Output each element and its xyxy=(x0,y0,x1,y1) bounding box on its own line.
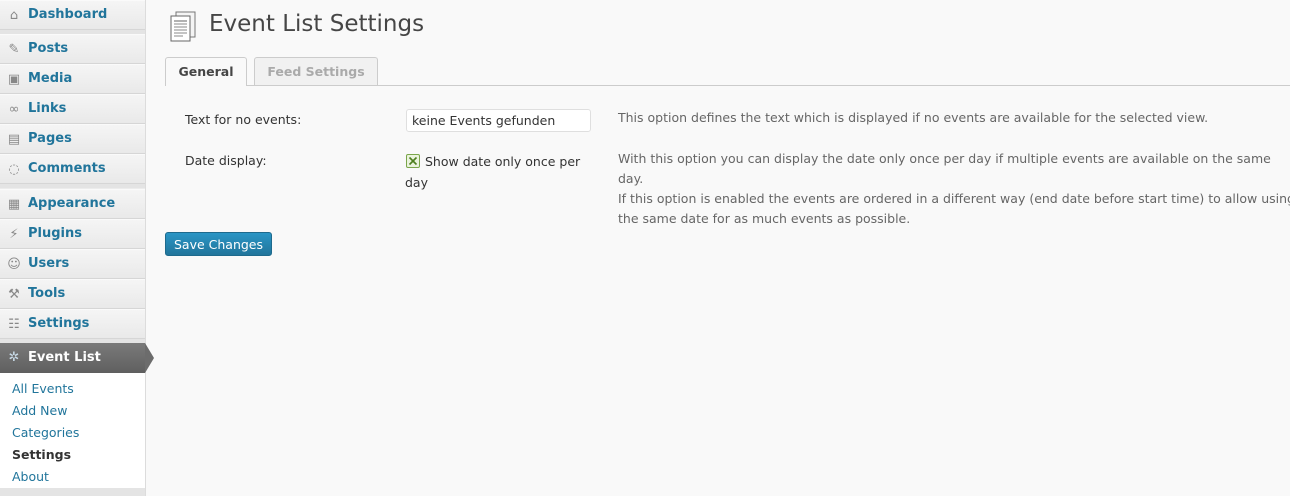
plugins-icon: ⚡ xyxy=(9,227,19,242)
save-changes-button[interactable]: Save Changes xyxy=(165,232,272,256)
submenu-categories[interactable]: Categories xyxy=(12,425,79,440)
date-display-label: Date display: xyxy=(185,153,267,168)
submenu-add-new[interactable]: Add New xyxy=(12,403,67,418)
pages-icon: ▤ xyxy=(7,132,21,147)
no-events-input[interactable] xyxy=(406,109,591,132)
dashboard-icon: ⌂ xyxy=(9,8,19,23)
menu-label: Appearance xyxy=(28,196,116,211)
menu-item-posts[interactable]: ✎ Posts xyxy=(0,34,145,64)
menu-item-settings[interactable]: ☷ Settings xyxy=(0,309,145,339)
menu-item-users[interactable]: ☺ Users xyxy=(0,249,145,279)
tools-icon: ⚒ xyxy=(8,287,20,302)
checkmark-icon xyxy=(408,156,418,166)
comments-icon: ◌ xyxy=(8,162,20,177)
menu-item-event-list[interactable]: ✲ Event List xyxy=(0,343,154,373)
gear-icon: ✲ xyxy=(8,350,20,365)
menu-label: Settings xyxy=(28,316,90,331)
main-content: Event List Settings General Feed Setting… xyxy=(146,0,1290,496)
date-once-checkbox-label: Show date only once per day xyxy=(405,154,581,190)
event-list-submenu: All Events Add New Categories Settings A… xyxy=(0,373,145,488)
tab-general[interactable]: General xyxy=(165,57,247,86)
users-icon: ☺ xyxy=(7,257,21,272)
menu-label: Users xyxy=(28,256,70,271)
menu-item-pages[interactable]: ▤ Pages xyxy=(0,124,145,154)
date-once-checkbox[interactable] xyxy=(406,154,420,168)
menu-label: Comments xyxy=(28,161,106,176)
menu-label: Event List xyxy=(28,350,101,365)
no-events-description: This option defines the text which is di… xyxy=(618,110,1209,125)
menu-item-links[interactable]: ∞ Links xyxy=(0,94,145,124)
page-title: Event List Settings xyxy=(209,11,425,37)
date-display-description: With this option you can display the dat… xyxy=(618,149,1290,229)
menu-item-plugins[interactable]: ⚡ Plugins xyxy=(0,219,145,249)
menu-item-tools[interactable]: ⚒ Tools xyxy=(0,279,145,309)
posts-icon: ✎ xyxy=(8,42,20,57)
page-settings-icon xyxy=(168,10,198,42)
settings-tabs: General Feed Settings xyxy=(165,57,1290,86)
tab-feed-settings[interactable]: Feed Settings xyxy=(254,57,378,85)
appearance-icon: ▦ xyxy=(7,197,21,212)
menu-item-comments[interactable]: ◌ Comments xyxy=(0,154,145,184)
menu-label: Links xyxy=(28,101,67,116)
submenu-about[interactable]: About xyxy=(12,469,49,484)
description-line: the same date for as much events as poss… xyxy=(618,211,911,226)
menu-label: Pages xyxy=(28,131,72,146)
submenu-settings[interactable]: Settings xyxy=(12,447,71,462)
menu-label: Plugins xyxy=(28,226,82,241)
submenu-all-events[interactable]: All Events xyxy=(12,381,74,396)
admin-sidebar: ⌂ Dashboard ✎ Posts ▣ Media ∞ Links ▤ Pa… xyxy=(0,0,154,496)
menu-label: Tools xyxy=(28,286,66,301)
sidebar-footer xyxy=(0,488,145,496)
menu-label: Media xyxy=(28,71,73,86)
menu-label: Posts xyxy=(28,41,69,56)
menu-item-dashboard[interactable]: ⌂ Dashboard xyxy=(0,0,145,30)
menu-label: Dashboard xyxy=(28,7,108,22)
no-events-label: Text for no events: xyxy=(185,112,302,127)
settings-icon: ☷ xyxy=(8,317,20,332)
links-icon: ∞ xyxy=(8,102,20,117)
description-line: With this option you can display the dat… xyxy=(618,151,1271,186)
menu-separator xyxy=(0,184,145,188)
menu-item-media[interactable]: ▣ Media xyxy=(0,64,145,94)
media-icon: ▣ xyxy=(7,72,21,87)
menu-item-appearance[interactable]: ▦ Appearance xyxy=(0,189,145,219)
description-line: If this option is enabled the events are… xyxy=(618,191,1290,206)
